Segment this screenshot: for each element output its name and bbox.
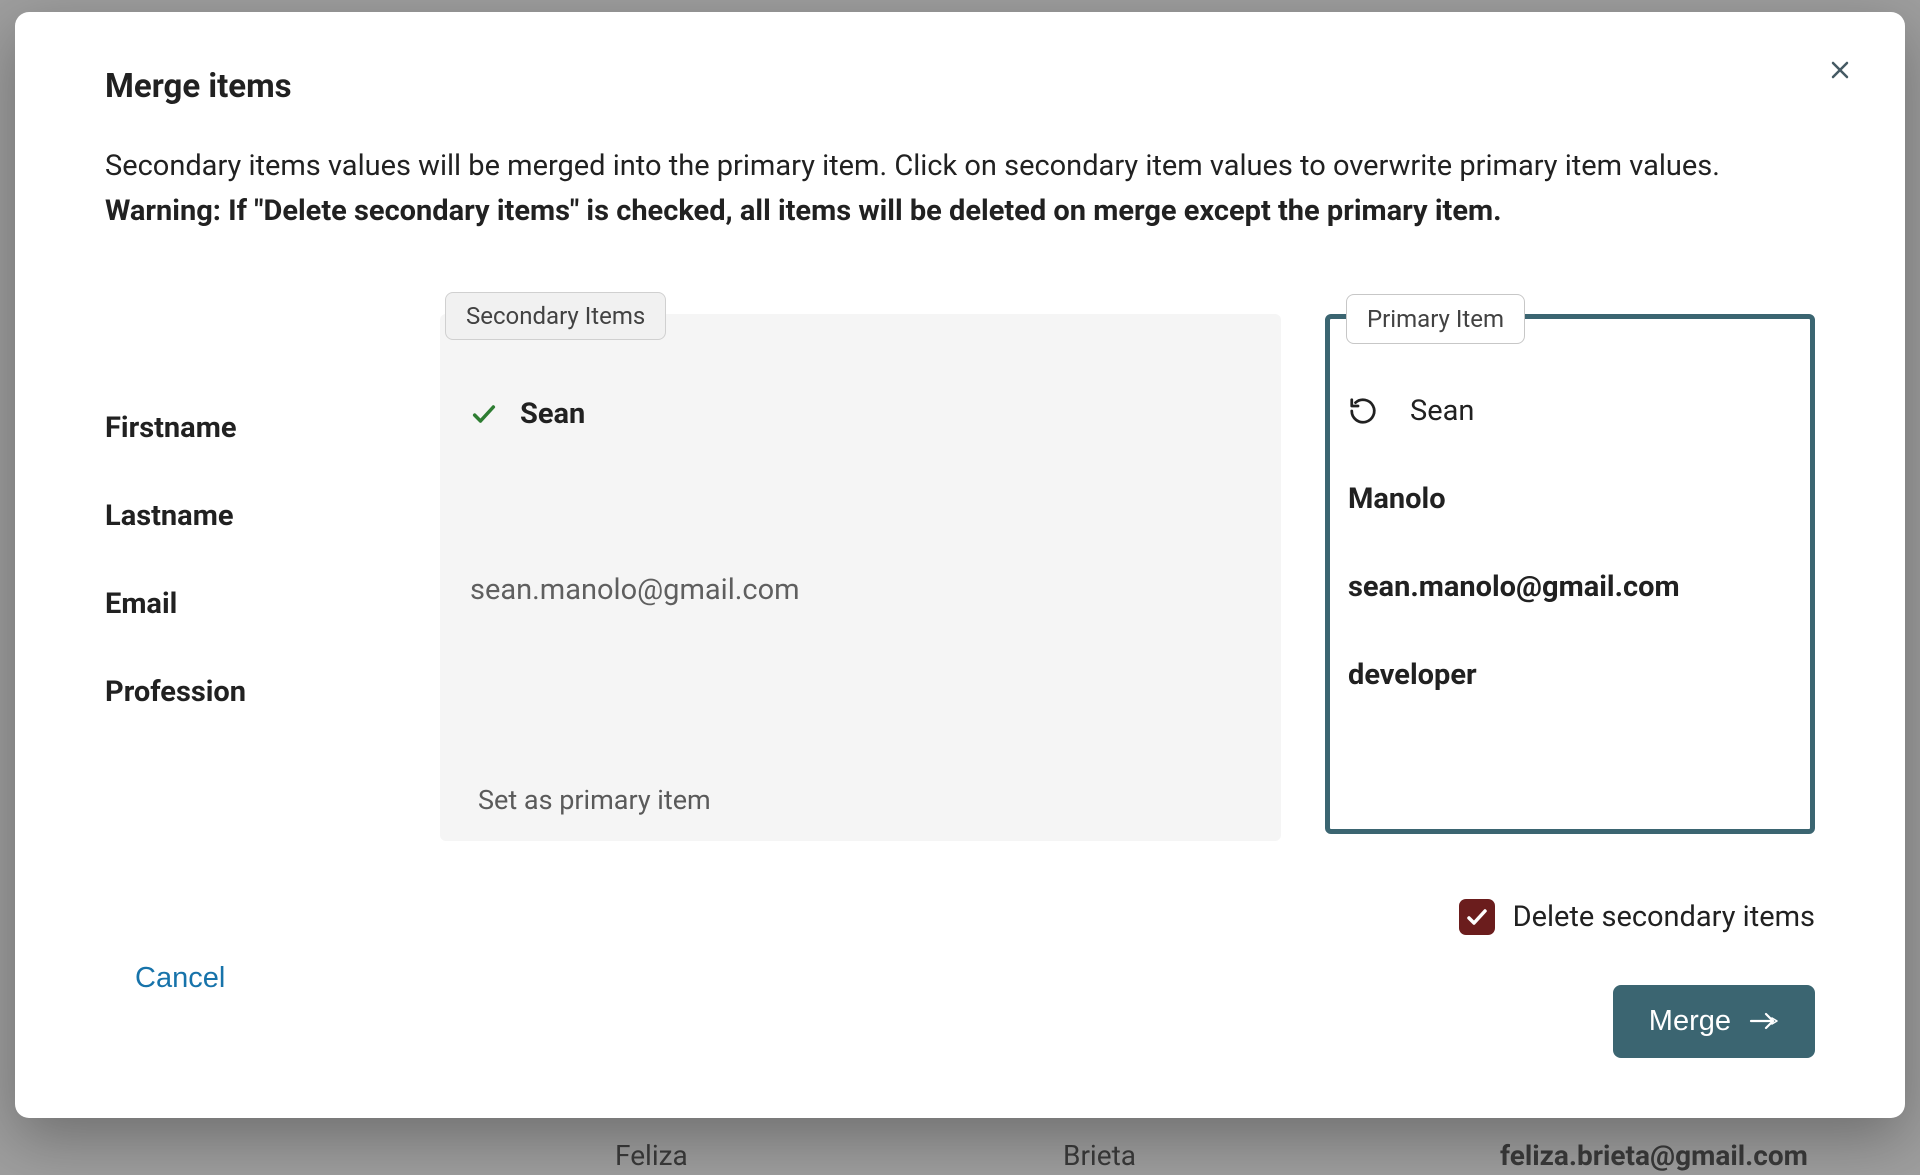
secondary-firstname-row[interactable]: Sean <box>470 370 1251 458</box>
merge-grid: Firstname Lastname Email Profession Seco… <box>105 314 1815 841</box>
primary-email-value: sean.manolo@gmail.com <box>1348 570 1680 604</box>
modal-description: Secondary items values will be merged in… <box>105 144 1815 234</box>
checkbox-checked-icon <box>1459 899 1495 935</box>
secondary-items-panel: Secondary Items Sean sean.manolo@gmail.c… <box>440 314 1281 841</box>
field-label-firstname: Firstname <box>105 384 440 472</box>
secondary-email-row[interactable]: sean.manolo@gmail.com <box>470 546 1251 634</box>
footer-right: Delete secondary items Merge <box>1459 899 1815 1058</box>
field-labels-column: Firstname Lastname Email Profession <box>105 314 440 736</box>
merge-arrow-icon <box>1749 1009 1779 1033</box>
description-text: Secondary items values will be merged in… <box>105 149 1720 183</box>
secondary-items-badge: Secondary Items <box>445 292 666 340</box>
check-icon <box>470 400 498 428</box>
primary-firstname-row[interactable]: Sean <box>1348 367 1792 455</box>
merge-button[interactable]: Merge <box>1613 985 1815 1058</box>
close-icon[interactable] <box>1820 50 1860 90</box>
primary-email-row[interactable]: sean.manolo@gmail.com <box>1348 543 1792 631</box>
secondary-email-value: sean.manolo@gmail.com <box>470 573 800 607</box>
field-label-profession: Profession <box>105 648 440 736</box>
undo-icon[interactable] <box>1348 396 1378 426</box>
merge-items-modal: Merge items Secondary items values will … <box>15 12 1905 1118</box>
delete-secondary-label: Delete secondary items <box>1513 900 1815 934</box>
field-label-lastname: Lastname <box>105 472 440 560</box>
secondary-profession-row[interactable] <box>470 634 1251 722</box>
primary-item-panel: Primary Item Sean Manolo sean.manolo@gma… <box>1325 314 1815 834</box>
primary-profession-row[interactable]: developer <box>1348 631 1792 719</box>
field-label-email: Email <box>105 560 440 648</box>
secondary-lastname-row[interactable] <box>470 458 1251 546</box>
modal-footer: Cancel Delete secondary items Merge <box>105 899 1815 1058</box>
primary-lastname-value: Manolo <box>1348 482 1446 516</box>
modal-title: Merge items <box>105 67 1815 106</box>
primary-firstname-value: Sean <box>1410 394 1474 428</box>
delete-secondary-checkbox[interactable]: Delete secondary items <box>1459 899 1815 935</box>
primary-item-badge: Primary Item <box>1346 294 1525 344</box>
warning-text: Warning: If "Delete secondary items" is … <box>105 194 1502 228</box>
primary-lastname-row[interactable]: Manolo <box>1348 455 1792 543</box>
modal-overlay: Merge items Secondary items values will … <box>0 0 1920 1175</box>
primary-profession-value: developer <box>1348 658 1477 692</box>
cancel-button[interactable]: Cancel <box>105 952 255 1005</box>
secondary-firstname-value: Sean <box>520 397 585 431</box>
set-as-primary-button[interactable]: Set as primary item <box>470 784 711 816</box>
merge-button-label: Merge <box>1649 1005 1731 1038</box>
